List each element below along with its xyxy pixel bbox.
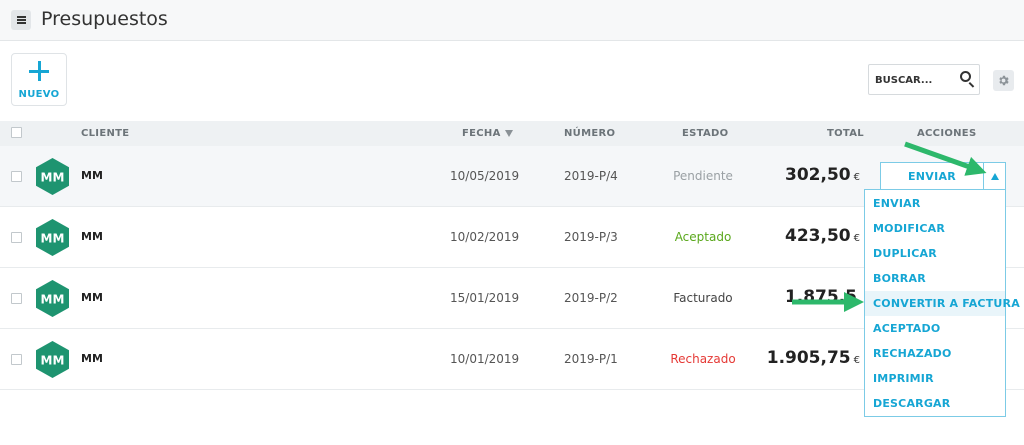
send-button[interactable]: ENVIAR (880, 162, 984, 190)
caret-up-icon (990, 172, 999, 180)
status-label: Aceptado (674, 230, 732, 244)
client-name[interactable]: MM (81, 169, 103, 182)
row-date: 10/05/2019 (450, 169, 520, 183)
menu-item-borrar[interactable]: BORRAR (865, 266, 1005, 291)
menu-item-enviar[interactable]: ENVIAR (865, 191, 1005, 216)
row-checkbox[interactable] (11, 232, 22, 243)
row-total: 423,50 € (785, 226, 860, 246)
client-name[interactable]: MM (81, 291, 103, 304)
status-label: Rechazado (670, 352, 736, 366)
row-date: 15/01/2019 (450, 291, 520, 305)
page-title: Presupuestos (41, 8, 168, 30)
currency-symbol: € (853, 172, 860, 183)
top-bar: Presupuestos (0, 0, 1024, 41)
svg-text:MM: MM (41, 354, 65, 368)
gear-icon (999, 75, 1009, 86)
status-label: Pendiente (673, 169, 733, 183)
avatar: MM (36, 219, 69, 256)
menu-item-duplicar[interactable]: DUPLICAR (865, 241, 1005, 266)
svg-text:MM: MM (41, 293, 65, 307)
column-status[interactable]: ESTADO (682, 128, 728, 139)
row-number: 2019-P/2 (564, 291, 618, 305)
search-icon[interactable] (960, 71, 971, 82)
column-number[interactable]: NÚMERO (564, 128, 615, 139)
row-total: 1.875,5 (785, 287, 860, 307)
row-total: 302,50 € (785, 165, 860, 185)
column-client[interactable]: CLIENTE (81, 128, 129, 139)
menu-item-aceptado[interactable]: ACEPTADO (865, 316, 1005, 341)
total-amount: 423,50 (785, 226, 851, 246)
plus-icon (29, 61, 49, 81)
avatar: MM (36, 158, 69, 195)
total-amount: 302,50 (785, 165, 851, 185)
row-date: 10/01/2019 (450, 352, 520, 366)
column-date-label: FECHA (462, 128, 501, 139)
row-number: 2019-P/1 (564, 352, 618, 366)
column-total[interactable]: TOTAL (827, 128, 864, 139)
row-number: 2019-P/4 (564, 169, 618, 183)
new-button-label: NUEVO (18, 89, 60, 100)
column-date[interactable]: FECHA (462, 128, 513, 139)
client-name[interactable]: MM (81, 230, 103, 243)
row-checkbox[interactable] (11, 293, 22, 304)
actions-dropdown-toggle[interactable] (983, 162, 1006, 190)
settings-button[interactable] (993, 70, 1014, 91)
hamburger-icon[interactable] (11, 10, 31, 30)
total-amount: 1.905,75 (766, 348, 851, 368)
menu-item-imprimir[interactable]: IMPRIMIR (865, 366, 1005, 391)
row-date: 10/02/2019 (450, 230, 520, 244)
search-input[interactable] (875, 71, 953, 89)
menu-item-descargar[interactable]: DESCARGAR (865, 391, 1005, 416)
svg-text:MM: MM (41, 171, 65, 185)
menu-item-convertir-a-factura[interactable]: CONVERTIR A FACTURA (865, 291, 1020, 316)
avatar: MM (36, 341, 69, 378)
column-actions: ACCIONES (917, 128, 977, 139)
row-total: 1.905,75 € (767, 348, 860, 368)
menu-item-modificar[interactable]: MODIFICAR (865, 216, 1005, 241)
actions-dropdown-menu: ENVIAR MODIFICAR DUPLICAR BORRAR CONVERTIR A… (864, 189, 1020, 417)
menu-item-rechazado[interactable]: RECHAZADO (865, 341, 1005, 366)
actions-split-button: ENVIAR (880, 162, 1006, 190)
new-button[interactable]: NUEVO (11, 53, 67, 106)
svg-text:MM: MM (41, 232, 65, 246)
select-all-checkbox[interactable] (11, 127, 22, 138)
row-checkbox[interactable] (11, 354, 22, 365)
sort-desc-icon (504, 130, 513, 137)
total-amount: 1.875,5 (784, 287, 857, 307)
row-checkbox[interactable] (11, 171, 22, 182)
avatar: MM (36, 280, 69, 317)
currency-symbol: € (853, 233, 860, 244)
table-header: CLIENTE FECHA NÚMERO ESTADO TOTAL ACCION… (0, 121, 1024, 146)
row-number: 2019-P/3 (564, 230, 618, 244)
status-label: Facturado (673, 291, 733, 305)
currency-symbol: € (853, 355, 860, 366)
search-box[interactable] (868, 64, 980, 95)
client-name[interactable]: MM (81, 352, 103, 365)
